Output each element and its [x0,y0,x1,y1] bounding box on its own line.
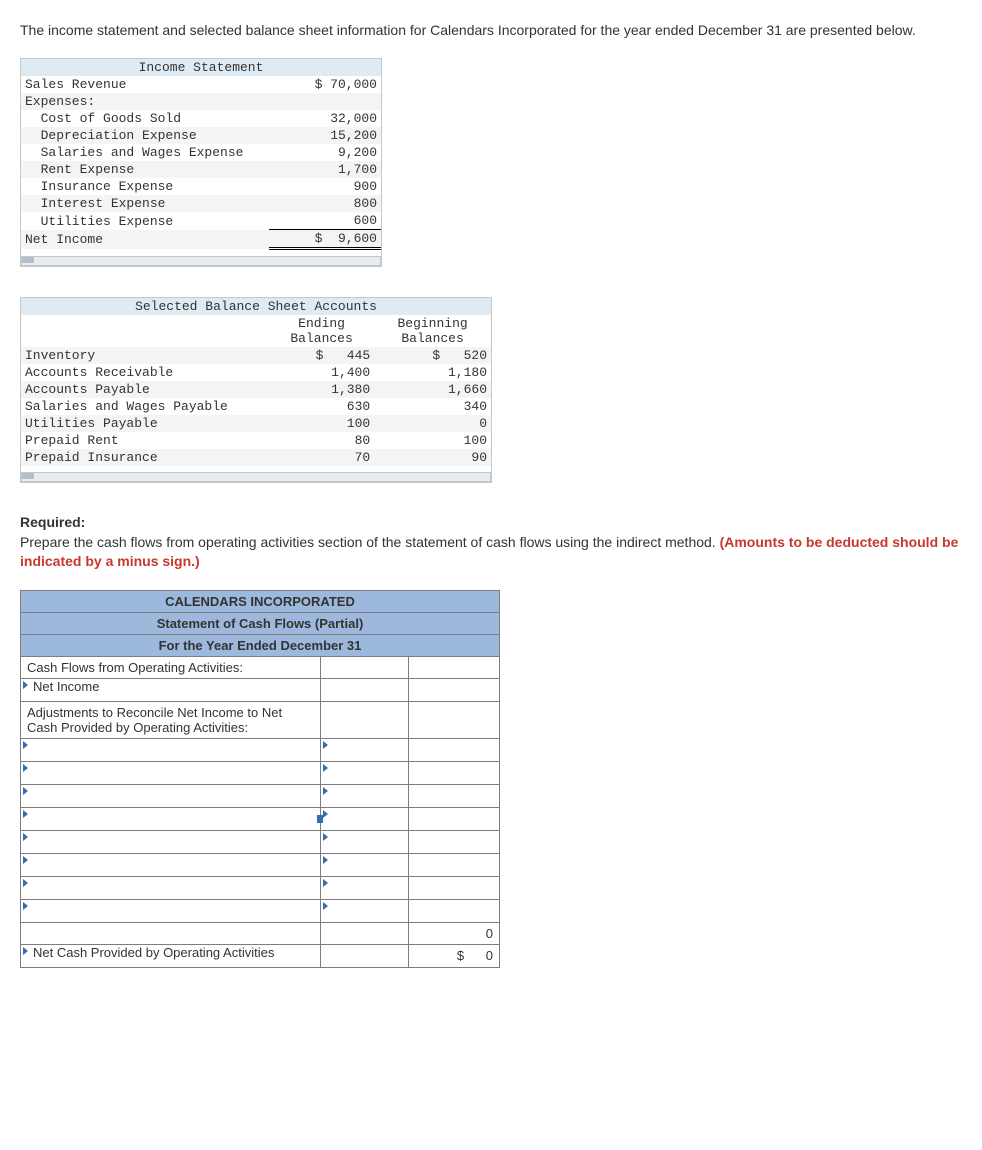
adjustment-amount-input[interactable] [321,900,409,923]
subtotal-value: 0 [409,923,500,945]
adjustment-dropdown[interactable] [21,785,321,808]
table-row: Interest Expense800 [21,195,381,212]
table-row: Accounts Receivable1,4001,180 [21,364,491,381]
table-row: Rent Expense1,700 [21,161,381,178]
adjustment-amount-input[interactable] [321,785,409,808]
table-row: Inventory$ 445$ 520 [21,347,491,364]
adjustment-dropdown[interactable] [21,854,321,877]
table-row: Salaries and Wages Expense9,200 [21,144,381,161]
cashflow-title-2: Statement of Cash Flows (Partial) [21,613,500,635]
horizontal-scrollbar[interactable] [21,472,491,482]
table-row: Utilities Payable1000 [21,415,491,432]
horizontal-scrollbar[interactable] [21,256,381,266]
adjustment-amount-input[interactable] [321,854,409,877]
net-income-row: Net Income$ 9,600 [21,230,381,249]
income-statement-table: Income Statement Sales Revenue$ 70,000 E… [21,59,381,250]
cashflow-title-3: For the Year Ended December 31 [21,635,500,657]
activities-header: Cash Flows from Operating Activities: [21,657,321,679]
adjustment-dropdown[interactable] [21,877,321,900]
table-row: Utilities Expense600 [21,212,381,230]
adjustment-amount-input[interactable] [321,877,409,900]
adjustment-amount-input[interactable] [321,808,409,831]
table-row: Cost of Goods Sold32,000 [21,110,381,127]
intro-text: The income statement and selected balanc… [20,20,962,40]
adjustment-dropdown[interactable] [21,831,321,854]
income-statement-frame: Income Statement Sales Revenue$ 70,000 E… [20,58,382,267]
balance-sheet-table: Selected Balance Sheet Accounts Ending B… [21,298,491,466]
adjustment-amount-input[interactable] [321,762,409,785]
table-row: Expenses: [21,93,381,110]
balance-sheet-title: Selected Balance Sheet Accounts [21,298,491,315]
net-cash-dropdown[interactable]: Net Cash Provided by Operating Activitie… [21,945,321,968]
adjustment-dropdown[interactable] [21,739,321,762]
income-statement-title: Income Statement [21,59,381,76]
cashflow-table: CALENDARS INCORPORATED Statement of Cash… [20,590,500,968]
net-cash-value: $ 0 [409,945,500,968]
adjustment-dropdown[interactable] [21,762,321,785]
adjustment-dropdown[interactable] [21,808,321,831]
adjustments-label: Adjustments to Reconcile Net Income to N… [21,702,321,739]
net-income-amount-input[interactable] [321,679,409,702]
required-text: Prepare the cash flows from operating ac… [20,534,720,550]
adjustment-dropdown[interactable] [21,900,321,923]
table-row: Prepaid Rent80100 [21,432,491,449]
required-section: Required: Prepare the cash flows from op… [20,513,962,572]
table-row: Prepaid Insurance7090 [21,449,491,466]
table-row: Insurance Expense900 [21,178,381,195]
net-income-dropdown[interactable]: Net Income [21,679,321,702]
table-row: Sales Revenue$ 70,000 [21,76,381,93]
required-label: Required: [20,514,85,530]
cashflow-title-1: CALENDARS INCORPORATED [21,591,500,613]
balance-sheet-frame: Selected Balance Sheet Accounts Ending B… [20,297,492,483]
table-header-row: Ending Balances Beginning Balances [21,315,491,347]
table-row: Accounts Payable1,3801,660 [21,381,491,398]
table-row: Salaries and Wages Payable630340 [21,398,491,415]
adjustment-amount-input[interactable] [321,831,409,854]
table-row: Depreciation Expense15,200 [21,127,381,144]
adjustment-amount-input[interactable] [321,739,409,762]
